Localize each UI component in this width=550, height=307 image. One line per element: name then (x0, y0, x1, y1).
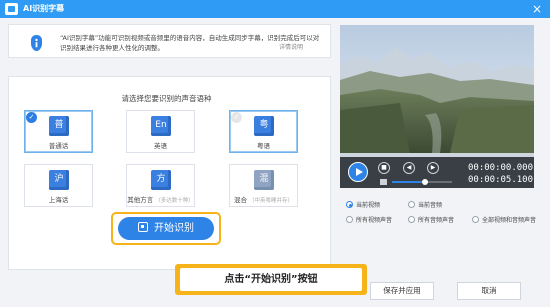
language-label: 混合 （中英粤睡并存） (233, 196, 294, 204)
radio-icon (408, 201, 415, 208)
volume-icon (380, 179, 387, 185)
callout-text: 点击“开始识别”按钮 (180, 268, 362, 291)
language-label: 其他方言 （多达数十种） (127, 196, 194, 204)
check-icon: ✓ (231, 112, 242, 123)
language-label: 上海话 (48, 196, 69, 204)
scan-icon (138, 222, 148, 232)
save-apply-button[interactable]: 保存并应用 (370, 282, 434, 300)
cantonese-icon: 粤 (254, 116, 274, 136)
window-title: AI识别字幕 (23, 4, 65, 13)
scope-option-current-audio[interactable]: 当前音频 (408, 200, 442, 209)
language-label: 英语 (154, 142, 167, 150)
mixed-icon: 混 (254, 170, 274, 190)
radio-icon (346, 201, 353, 208)
current-time: 00:00:00.000 (468, 163, 534, 173)
scope-option-all-audio[interactable]: 所有音频声音 (408, 215, 454, 224)
mandarin-icon: 普 (49, 116, 69, 136)
scope-option-all-video[interactable]: 所有视频声音 (346, 215, 392, 224)
notice-text-line2: 识别结果进行各种更人性化的调整。 (60, 44, 164, 52)
dialect-icon: 方 (151, 170, 171, 190)
notice-text-line1: “AI识别字幕”功能可识别视频或音频里的语音内容，自动生成同步字幕，识别完成后可… (60, 34, 320, 42)
close-button[interactable]: × (530, 1, 544, 17)
radio-icon (408, 216, 415, 223)
scope-option-current-video[interactable]: 当前视频 (346, 200, 380, 209)
volume-knob[interactable] (422, 179, 428, 185)
language-option-english[interactable]: En 英语 (126, 110, 195, 153)
radio-icon (472, 216, 479, 223)
language-label: 普通话 (48, 142, 69, 150)
total-time: 00:00:05.100 (468, 175, 534, 185)
stop-button[interactable]: ■ (378, 162, 390, 174)
language-option-mixed[interactable]: 混 混合 （中英粤睡并存） (229, 164, 298, 207)
app-icon (5, 3, 18, 15)
radio-icon (346, 216, 353, 223)
shanghainese-icon: 沪 (49, 170, 69, 190)
details-link[interactable]: 详情说明 (279, 42, 303, 51)
language-option-mandarin[interactable]: ✓ 普 普通话 (24, 110, 93, 153)
language-option-other-dialects[interactable]: 方 其他方言 （多达数十种） (126, 164, 195, 207)
previous-button[interactable]: ◀ (403, 162, 415, 174)
start-recognition-button[interactable]: 开始识别 (118, 217, 214, 240)
cancel-button[interactable]: 取消 (457, 282, 521, 300)
title-bar: AI识别字幕 × (0, 0, 550, 18)
check-icon: ✓ (26, 112, 37, 123)
language-option-cantonese[interactable]: ✓ 粤 粤语 (229, 110, 298, 153)
info-icon (31, 35, 42, 51)
language-option-shanghainese[interactable]: 沪 上海话 (24, 164, 93, 207)
next-button[interactable]: ▶ (427, 162, 439, 174)
language-prompt: 请选择您要识别的声音语种 (121, 94, 212, 103)
language-label: 粤语 (257, 142, 270, 150)
english-icon: En (151, 116, 171, 136)
volume-fill (392, 181, 425, 183)
scope-option-all-media[interactable]: 全部视频和音频声音 (472, 215, 536, 224)
play-button[interactable] (348, 162, 368, 182)
video-preview (340, 25, 534, 153)
